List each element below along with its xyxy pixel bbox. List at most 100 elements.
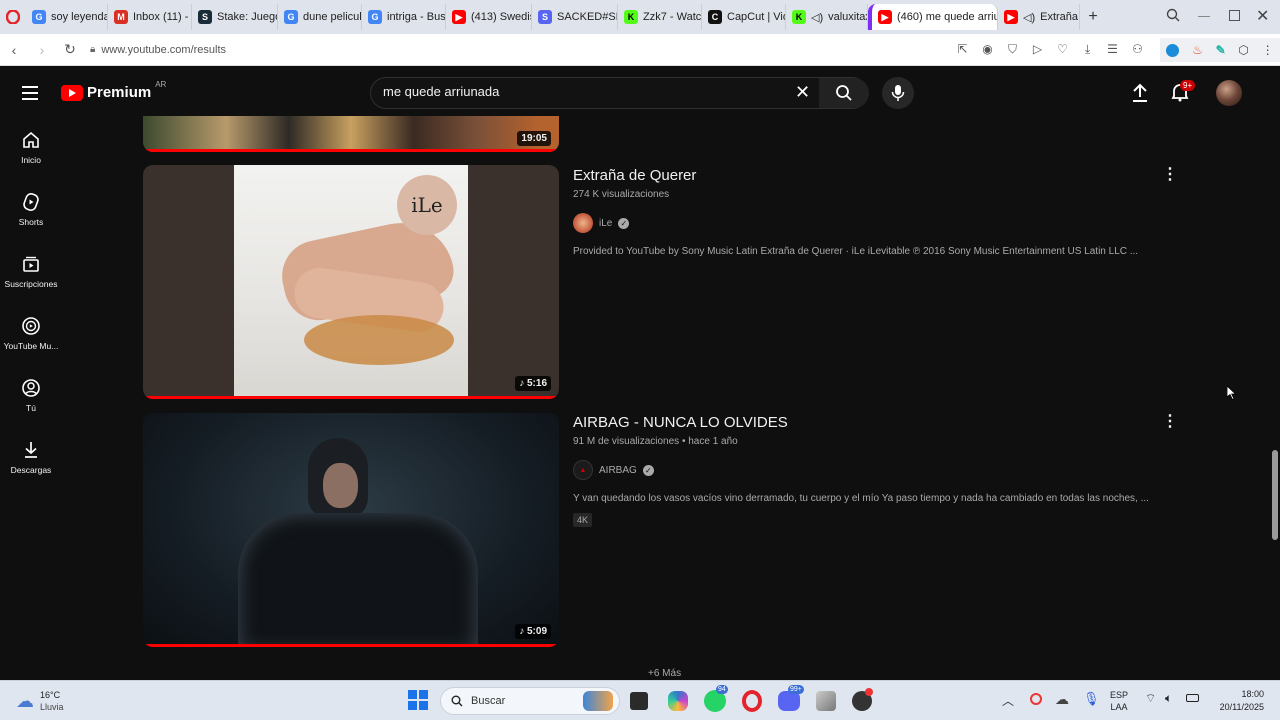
tray-overflow-icon[interactable]: ︿ bbox=[1002, 692, 1014, 709]
camera-icon[interactable]: ◉ bbox=[975, 42, 1000, 57]
video-thumbnail[interactable]: ♪ 5:09 bbox=[143, 413, 559, 647]
more-options-icon[interactable]: ⋮ bbox=[1162, 164, 1178, 184]
extensions-cube-icon[interactable]: ⬡ bbox=[1238, 43, 1248, 57]
menu-lines-icon[interactable]: ☰ bbox=[1100, 42, 1125, 57]
wifi-icon[interactable]: ⌔ bbox=[1145, 691, 1156, 706]
minimize-button[interactable] bbox=[1198, 16, 1210, 17]
channel-avatar[interactable] bbox=[573, 213, 593, 233]
more-options-icon[interactable]: ⋮ bbox=[1162, 411, 1178, 431]
sidebar-item-inicio[interactable]: Inicio bbox=[0, 116, 62, 178]
youtube-icon: ▶ bbox=[452, 10, 466, 24]
tab-9[interactable]: K ◁) valuxitax bbox=[786, 4, 868, 30]
share-icon[interactable]: ⇱ bbox=[950, 42, 975, 57]
browser-menu-icon[interactable]: ⋮ bbox=[1262, 43, 1274, 57]
battery-icon[interactable] bbox=[1186, 694, 1199, 702]
hamburger-menu-icon[interactable] bbox=[22, 86, 38, 100]
clear-search-icon[interactable]: ✕ bbox=[795, 82, 810, 103]
restore-button[interactable] bbox=[1229, 10, 1240, 21]
sidebar-item-suscripciones[interactable]: Suscripciones bbox=[0, 240, 62, 302]
more-results-label[interactable]: +6 Más bbox=[648, 668, 681, 679]
whatsapp-icon[interactable]: 94 bbox=[704, 685, 728, 712]
search-input[interactable] bbox=[383, 84, 783, 99]
verified-icon: ✓ bbox=[618, 217, 630, 229]
reload-icon[interactable]: ↻ bbox=[56, 41, 84, 58]
copilot-icon[interactable] bbox=[668, 691, 688, 711]
music-note-icon: ♪ bbox=[519, 378, 527, 389]
new-tab-button[interactable]: + bbox=[1080, 8, 1106, 26]
search-box: ✕ bbox=[370, 77, 869, 109]
video-title[interactable]: AIRBAG - NUNCA LO OLVIDES bbox=[573, 414, 788, 431]
sidebar-item-label: YouTube Mu... bbox=[3, 340, 59, 351]
github-desktop-icon[interactable] bbox=[852, 688, 873, 711]
video-title[interactable]: Extraña de Querer bbox=[573, 167, 696, 184]
youtube-logo[interactable]: Premium AR bbox=[61, 80, 166, 101]
forward-icon[interactable]: › bbox=[28, 42, 56, 58]
quality-badge: 4K bbox=[573, 513, 593, 527]
heart-icon[interactable]: ♡ bbox=[1050, 42, 1075, 57]
sidebar-item-descargas[interactable]: Descargas bbox=[0, 426, 62, 488]
address-actions: ⇱ ◉ ⛉ ▷ ♡ ⤓ ☰ ⚇ bbox=[950, 42, 1150, 57]
tab-search-icon[interactable] bbox=[1166, 8, 1182, 24]
tab-3[interactable]: Gdune pelicula bbox=[278, 4, 362, 30]
clock[interactable]: 18:00 20/11/2025 bbox=[1208, 688, 1264, 714]
taskbar-search-box[interactable]: Buscar bbox=[440, 687, 620, 715]
tab-1[interactable]: M Inbox (11) - a bbox=[108, 4, 192, 30]
taskbar-search-placeholder: Buscar bbox=[471, 695, 506, 707]
sidebar-item-tu[interactable]: Tú bbox=[0, 364, 62, 426]
youtube-page: Premium AR ✕ 9+ Inicio Shorts bbox=[0, 70, 1270, 680]
youtube-icon: ▶ bbox=[878, 10, 892, 24]
tray-app-icon[interactable] bbox=[1030, 693, 1042, 705]
sidebar-item-shorts[interactable]: Shorts bbox=[0, 178, 62, 240]
channel-name[interactable]: iLe bbox=[599, 218, 612, 229]
tab-2[interactable]: S Stake: Juegos bbox=[192, 4, 278, 30]
opera-icon[interactable] bbox=[0, 4, 26, 30]
tab-7[interactable]: K Zzk7 - Watch bbox=[618, 4, 702, 30]
extension-teal-icon[interactable]: ✎ bbox=[1216, 43, 1226, 57]
whatsapp-badge: 94 bbox=[716, 685, 728, 694]
channel-row[interactable]: iLe ✓ bbox=[573, 213, 630, 233]
play-icon[interactable]: ▷ bbox=[1025, 42, 1050, 57]
weather-widget[interactable]: ☁ 16°C Lluvia bbox=[16, 689, 64, 713]
tab-10-active[interactable]: ▶ (460) me quede arriuna bbox=[868, 4, 998, 30]
partial-video-thumbnail[interactable]: 19:05 bbox=[143, 116, 559, 152]
profile-icon[interactable]: ⚇ bbox=[1125, 42, 1150, 57]
sidebar-item-youtube-music[interactable]: YouTube Mu... bbox=[0, 302, 62, 364]
discord-icon: S bbox=[538, 10, 552, 24]
avatar[interactable] bbox=[1216, 80, 1242, 106]
download-icon[interactable]: ⤓ bbox=[1075, 42, 1100, 57]
tab-4[interactable]: Gintriga - Busc bbox=[362, 4, 446, 30]
start-button[interactable] bbox=[408, 690, 428, 710]
notifications-button[interactable]: 9+ bbox=[1170, 80, 1196, 107]
file-explorer-icon[interactable] bbox=[630, 692, 648, 710]
volume-icon[interactable]: 🔈︎ bbox=[1165, 691, 1172, 706]
voice-search-button[interactable] bbox=[882, 77, 914, 109]
url-field[interactable]: www.youtube.com/results bbox=[101, 44, 226, 56]
upload-button[interactable] bbox=[1131, 83, 1149, 108]
sidebar-item-label: Descargas bbox=[10, 464, 52, 475]
back-icon[interactable]: ‹ bbox=[0, 42, 28, 58]
app-figure-icon[interactable] bbox=[816, 691, 836, 711]
tab-11[interactable]: ▶ ◁) Extraña d bbox=[998, 4, 1080, 30]
tab-label: Zzk7 - Watch bbox=[643, 11, 702, 23]
close-window-button[interactable]: ✕ bbox=[1256, 6, 1269, 26]
tab-6[interactable]: S SACKED#SB5 bbox=[532, 4, 618, 30]
music-note-icon: ♪ bbox=[519, 626, 527, 637]
tab-5[interactable]: ▶ (413) Swedish bbox=[446, 4, 532, 30]
channel-name[interactable]: AIRBAG bbox=[599, 465, 637, 476]
shield-icon[interactable]: ⛉ bbox=[1000, 42, 1025, 57]
tab-0[interactable]: Gsoy leyenda - bbox=[26, 4, 108, 30]
channel-avatar[interactable]: ▲ bbox=[573, 460, 593, 480]
language-indicator[interactable]: ESP LAA bbox=[1110, 689, 1128, 713]
page-scrollbar[interactable] bbox=[1270, 70, 1280, 680]
video-thumbnail[interactable]: iLe ♪ 5:16 bbox=[143, 165, 559, 399]
scrollbar-thumb[interactable] bbox=[1272, 450, 1278, 540]
extension-flame-icon[interactable]: ♨ bbox=[1192, 43, 1203, 57]
search-button[interactable] bbox=[819, 78, 869, 108]
discord-icon[interactable]: 99+ bbox=[778, 685, 804, 711]
onedrive-icon[interactable]: ☁ bbox=[1055, 691, 1069, 708]
channel-row[interactable]: ▲ AIRBAG ✓ bbox=[573, 460, 654, 480]
extension-blue-icon[interactable] bbox=[1166, 43, 1180, 57]
tab-8[interactable]: C CapCut | Vide bbox=[702, 4, 786, 30]
opera-taskbar-icon[interactable] bbox=[742, 690, 762, 712]
microphone-tray-icon[interactable]: 🎙︎ bbox=[1083, 691, 1100, 707]
